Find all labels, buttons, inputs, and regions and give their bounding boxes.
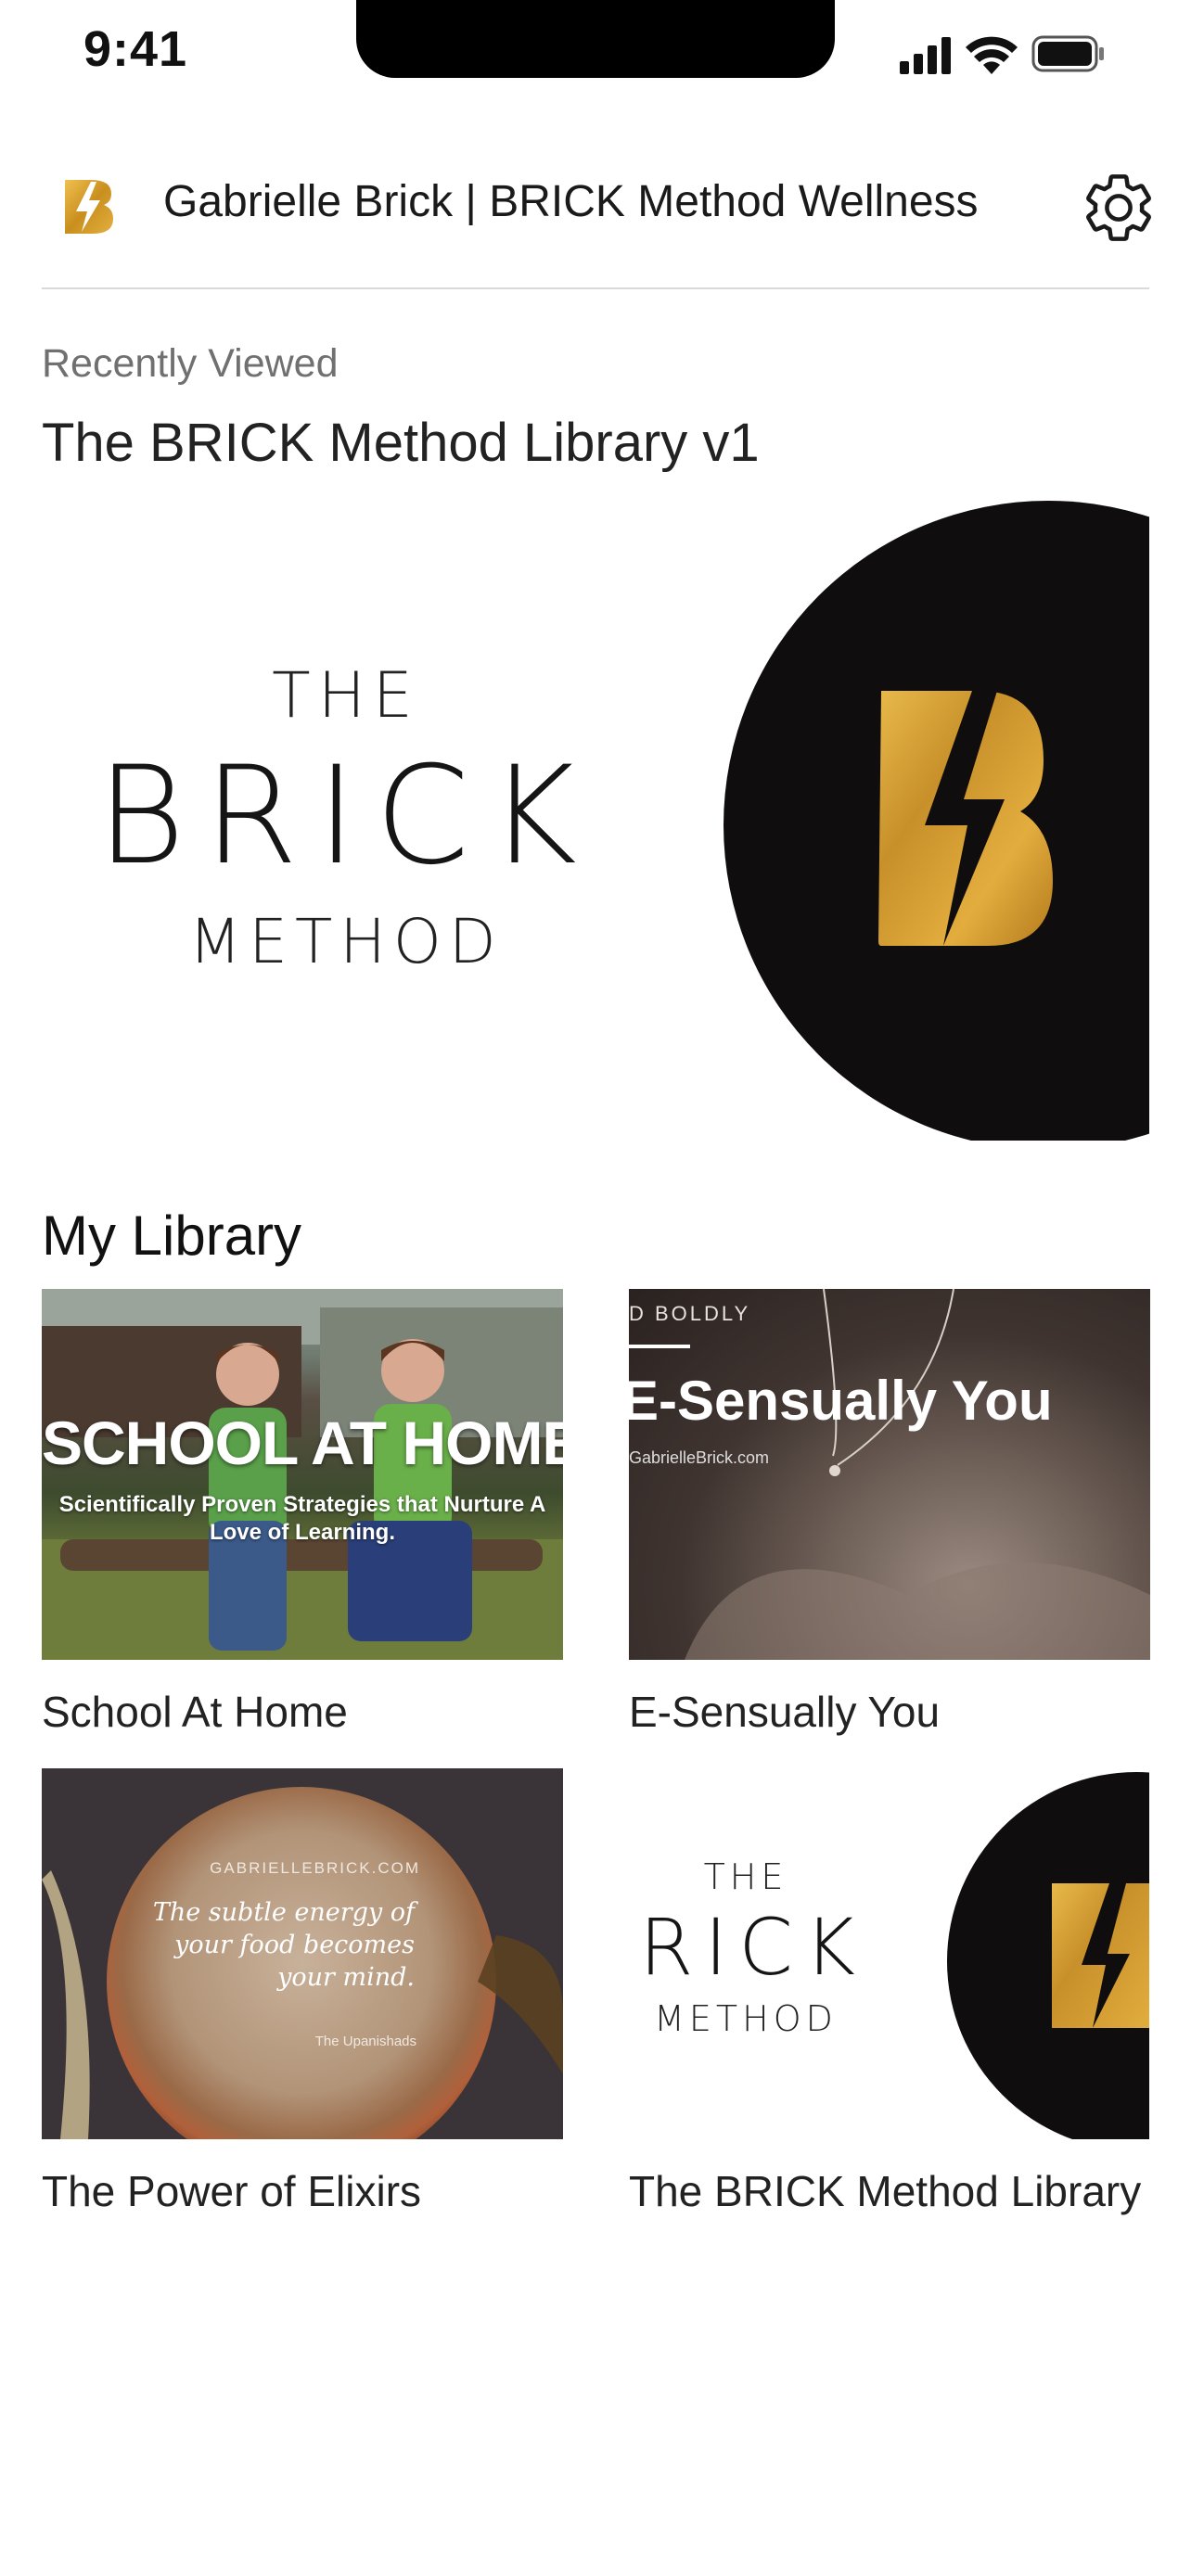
card4-artwork-brick: BRICK bbox=[629, 1902, 866, 1993]
hero-artwork-method: METHOD bbox=[188, 906, 503, 977]
battery-icon bbox=[1031, 35, 1104, 72]
school-thumb-subtitle-line2: Love of Learning. bbox=[209, 1520, 395, 1545]
hero-artwork-brick: BRICK bbox=[96, 737, 596, 895]
library-card-title[interactable]: E-Sensually You bbox=[629, 1678, 1150, 1745]
status-bar: 9:41 bbox=[0, 0, 1191, 93]
sensual-thumb-site: GabrielleBrick.com bbox=[629, 1448, 770, 1467]
library-card-thumbnail[interactable]: THE BRICK METHOD bbox=[629, 1768, 1149, 2139]
brick-b-logo-icon bbox=[1052, 1883, 1149, 2028]
header-divider bbox=[42, 287, 1149, 289]
wifi-icon bbox=[966, 36, 1018, 74]
recently-viewed-title[interactable]: The BRICK Method Library v1 bbox=[42, 412, 760, 474]
sensual-thumb-kicker: D BOLDLY bbox=[629, 1302, 751, 1325]
cellular-signal-icon bbox=[900, 37, 951, 74]
app-header: Gabrielle Brick | BRICK Method Wellness bbox=[0, 148, 1191, 263]
brick-method-artwork: THE BRICK METHOD bbox=[629, 1768, 1149, 2139]
recently-viewed-label: Recently Viewed bbox=[42, 341, 339, 386]
sensual-thumb-headline: E-Sensually You bbox=[629, 1370, 1053, 1432]
library-card-thumbnail[interactable]: SCHOOL AT HOME Scientifically Proven Str… bbox=[42, 1289, 563, 1660]
brick-b-logo-icon bbox=[878, 691, 1053, 946]
elixir-thumb-quote: The subtle energy of your food becomes y… bbox=[153, 1896, 415, 1994]
library-card-e-sensually-you[interactable]: D BOLDLY E-Sensually You GabrielleBrick.… bbox=[629, 1289, 1150, 1745]
card4-artwork-the: THE bbox=[704, 1856, 788, 1897]
necklace-illustration bbox=[685, 1289, 1150, 1660]
elixir-thumb-site: GABRIELLEBRICK.COM bbox=[210, 1859, 420, 1877]
library-card-title[interactable]: The Power of Elixirs bbox=[42, 2158, 563, 2225]
library-card-power-of-elixirs[interactable]: GABRIELLEBRICK.COM The subtle energy of … bbox=[42, 1768, 563, 2225]
elixir-thumb-quote-line2: your food becomes bbox=[174, 1931, 415, 1959]
my-library-heading: My Library bbox=[42, 1205, 302, 1267]
card4-artwork-method: METHOD bbox=[654, 1998, 838, 2039]
library-card-thumbnail[interactable]: GABRIELLEBRICK.COM The subtle energy of … bbox=[42, 1768, 563, 2139]
brick-method-artwork: THE BRICK METHOD bbox=[42, 491, 1149, 1141]
elixir-thumb-quote-line1: The subtle energy of bbox=[152, 1898, 415, 1927]
app-title: Gabrielle Brick | BRICK Method Wellness bbox=[163, 177, 979, 226]
status-time: 9:41 bbox=[83, 21, 188, 77]
library-card-school-at-home[interactable]: SCHOOL AT HOME Scientifically Proven Str… bbox=[42, 1289, 563, 1745]
hero-artwork-the: THE bbox=[272, 659, 420, 733]
library-card-brick-method-library[interactable]: THE BRICK METHOD The BRICK Method Librar… bbox=[629, 1768, 1149, 2225]
device-notch bbox=[356, 0, 835, 78]
sensual-thumb-rule bbox=[629, 1345, 690, 1348]
brand-logo[interactable] bbox=[63, 176, 115, 237]
library-card-thumbnail[interactable]: D BOLDLY E-Sensually You GabrielleBrick.… bbox=[629, 1289, 1150, 1660]
elixir-thumb-quote-line3: your mind. bbox=[277, 1963, 415, 1992]
library-card-title[interactable]: School At Home bbox=[42, 1678, 563, 1745]
library-card-title[interactable]: The BRICK Method Library bbox=[629, 2158, 1149, 2225]
recently-viewed-hero-image[interactable]: THE BRICK METHOD bbox=[42, 491, 1149, 1141]
elixir-thumb-author: The Upanishads bbox=[314, 2034, 416, 2049]
school-thumb-headline: SCHOOL AT HOME bbox=[42, 1409, 563, 1477]
school-thumb-subtitle: Scientifically Proven Strategies that Nu… bbox=[42, 1491, 563, 1547]
settings-gear-icon[interactable] bbox=[1080, 169, 1158, 247]
school-thumb-subtitle-line1: Scientifically Proven Strategies that Nu… bbox=[58, 1492, 546, 1517]
